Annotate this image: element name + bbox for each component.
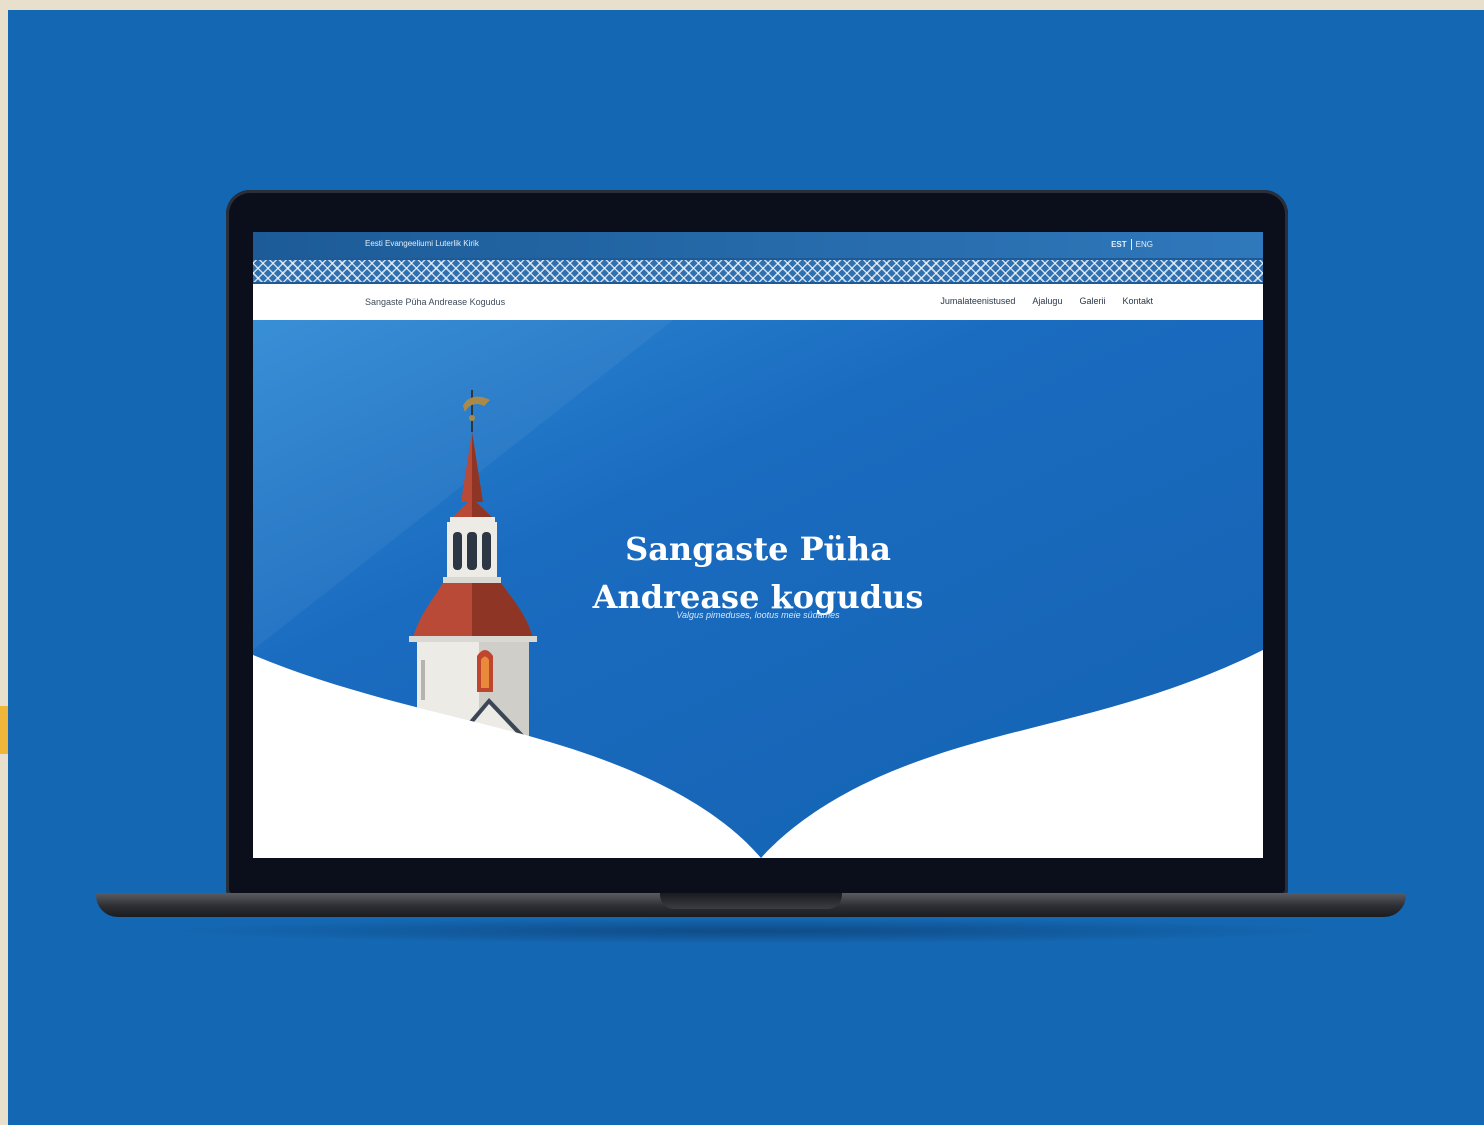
hero-title: Sangaste Püha Andrease kogudus xyxy=(558,525,958,621)
language-switcher: EST ENG xyxy=(1111,239,1153,250)
book-wave-shape xyxy=(253,650,1263,858)
nav-menu: Jumalateenistused Ajalugu Galerii Kontak… xyxy=(940,296,1153,306)
nav-item-jumalateenistused[interactable]: Jumalateenistused xyxy=(940,296,1015,306)
language-eng[interactable]: ENG xyxy=(1136,240,1153,249)
top-bar: Eesti Evangeeliumi Luterlik Kirik EST EN… xyxy=(253,232,1263,258)
hero-title-line-1: Sangaste Püha xyxy=(625,530,891,569)
accent-strip xyxy=(0,706,8,754)
organization-link[interactable]: Eesti Evangeeliumi Luterlik Kirik xyxy=(365,239,479,248)
laptop-shadow xyxy=(150,918,1350,944)
language-est[interactable]: EST xyxy=(1111,240,1127,249)
nav-item-kontakt[interactable]: Kontakt xyxy=(1122,296,1153,306)
main-navigation: Sangaste Püha Andrease Kogudus Jumalatee… xyxy=(253,284,1263,320)
nav-item-galerii[interactable]: Galerii xyxy=(1079,296,1105,306)
hero-tagline: Valgus pimeduses, lootus meie südames xyxy=(676,610,840,620)
site-name-link[interactable]: Sangaste Püha Andrease Kogudus xyxy=(365,297,505,307)
laptop-screen: Eesti Evangeeliumi Luterlik Kirik EST EN… xyxy=(253,232,1263,858)
hero-section: Sangaste Püha Andrease kogudus Valgus pi… xyxy=(253,320,1263,858)
laptop-notch xyxy=(660,893,842,909)
ornament-band xyxy=(253,258,1263,284)
nav-item-ajalugu[interactable]: Ajalugu xyxy=(1032,296,1062,306)
language-divider xyxy=(1130,239,1132,250)
